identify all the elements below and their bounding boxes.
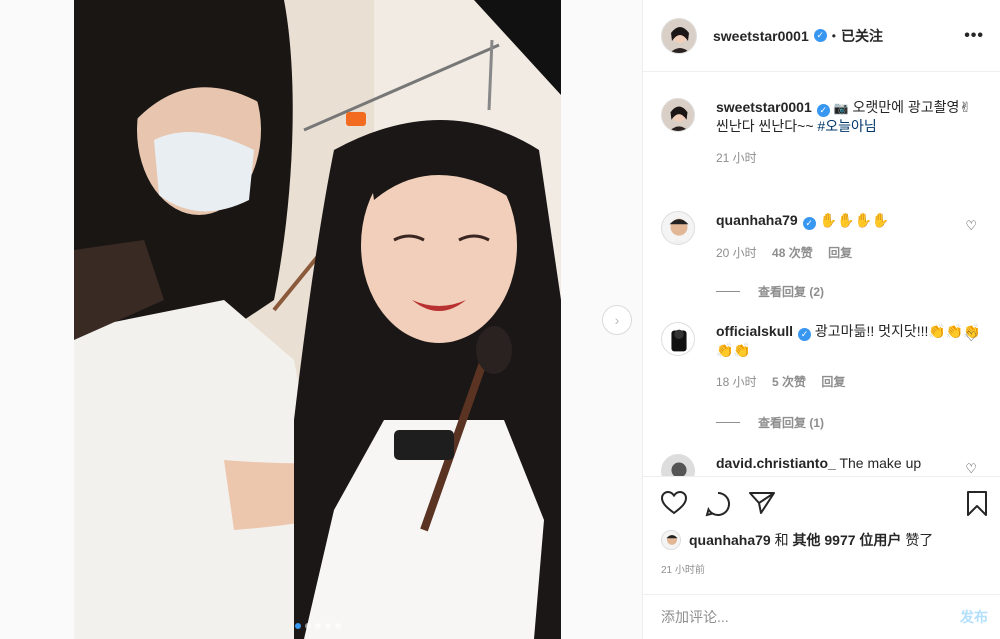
commenter-avatar[interactable] xyxy=(661,211,695,245)
commenter-avatar[interactable] xyxy=(661,454,695,476)
carousel-dots xyxy=(74,623,561,629)
chevron-right-icon: › xyxy=(614,312,620,328)
more-options-icon[interactable]: ••• xyxy=(964,27,984,45)
comment-username[interactable]: quanhaha79 xyxy=(716,212,798,228)
carousel-dot xyxy=(324,623,331,629)
likes-others-count[interactable]: 其他 9977 位用户 xyxy=(792,530,901,550)
carousel-dot xyxy=(314,623,321,629)
post-timestamp[interactable]: 21 小时前 xyxy=(661,561,705,576)
post-header: sweetstar0001 ✓ • 已关注 ••• xyxy=(643,0,1000,72)
comment-bubble-icon[interactable] xyxy=(705,491,731,517)
reply-button[interactable]: 回复 xyxy=(828,246,852,260)
view-replies[interactable]: 查看回复 (1) xyxy=(716,414,824,431)
comment-likes[interactable]: 48 次赞 xyxy=(772,246,813,260)
comment-time: 20 小时 xyxy=(716,246,757,260)
likes-suffix: 赞了 xyxy=(905,532,934,548)
comment-like-heart-icon[interactable]: ♡ xyxy=(965,329,977,345)
verified-badge-icon: ✓ xyxy=(816,104,830,117)
separator-dot: • xyxy=(831,28,836,43)
comment-username[interactable]: officialskull xyxy=(716,323,793,339)
verified-badge-icon: ✓ xyxy=(798,328,812,341)
likes-and: 和 xyxy=(774,532,789,548)
caption-text-line2: 씬난다 씬난다~~ xyxy=(716,118,814,134)
verified-badge-icon: ✓ xyxy=(813,29,827,42)
comment-like-heart-icon[interactable]: ♡ xyxy=(965,461,977,476)
comment-text: The make up xyxy=(839,455,922,471)
author-avatar[interactable] xyxy=(661,98,695,132)
view-replies-label[interactable]: 查看回复 (1) xyxy=(758,414,824,431)
comments-section[interactable]: sweetstar0001 ✓ 📷 오랫만에 광고촬영✌ 씬난다 씬난다~~ #오… xyxy=(643,72,1000,476)
comment-like-heart-icon[interactable]: ♡ xyxy=(965,218,977,234)
next-image-button[interactable]: › xyxy=(602,305,632,335)
caption: sweetstar0001 ✓ 📷 오랫만에 광고촬영✌ 씬난다 씬난다~~ #오… xyxy=(661,98,983,167)
caption-text-line1: 오랫만에 광고촬영 xyxy=(852,99,960,115)
follow-status-button[interactable]: 已关注 xyxy=(841,26,883,46)
caption-hashtag[interactable]: #오늘아님 xyxy=(817,118,876,134)
photo-illustration xyxy=(74,0,561,639)
comment-meta: 18 小时 5 次赞 回复 xyxy=(716,373,983,391)
view-replies-label[interactable]: 查看回复 (2) xyxy=(758,283,824,300)
comment-item: david.christianto_ The make up ♡ xyxy=(661,454,983,476)
divider xyxy=(716,291,740,292)
liker-avatar[interactable] xyxy=(661,530,681,550)
comment-username[interactable]: david.christianto_ xyxy=(716,455,836,471)
carousel-dot xyxy=(334,623,341,629)
verified-badge-icon: ✓ xyxy=(802,217,816,230)
comment-item: quanhaha79 ✓ ✋✋✋✋ 20 小时 48 次赞 回复 ♡ 查看回复 (… xyxy=(661,211,983,299)
bookmark-save-icon[interactable] xyxy=(966,491,988,517)
action-bar xyxy=(643,476,1000,530)
carousel-dot xyxy=(294,623,301,629)
caption-meta: 21 小时 xyxy=(716,149,983,167)
camera-icon: 📷 xyxy=(833,101,849,115)
comment-item: officialskull ✓ 광고마듦!! 멋지닷!!!👏👏👏👏👏 18 小时 … xyxy=(661,322,983,430)
post-comment-button[interactable]: 发布 xyxy=(960,607,988,627)
caption-username[interactable]: sweetstar0001 xyxy=(716,99,812,115)
post-panel: sweetstar0001 ✓ • 已关注 ••• sweetstar0001 ✓… xyxy=(642,0,1000,639)
commenter-avatar[interactable] xyxy=(661,322,695,356)
likes-summary[interactable]: quanhaha79 和 其他 9977 位用户 赞了 xyxy=(661,530,933,550)
author-username[interactable]: sweetstar0001 xyxy=(713,28,809,44)
media-area: › xyxy=(0,0,642,639)
comment-input[interactable] xyxy=(661,609,960,625)
divider xyxy=(716,422,740,423)
add-comment-bar: 发布 xyxy=(643,594,1000,639)
comment-likes[interactable]: 5 次赞 xyxy=(772,375,806,389)
view-replies[interactable]: 查看回复 (2) xyxy=(716,283,824,300)
comment-meta: 20 小时 48 次赞 回复 xyxy=(716,244,983,262)
author-avatar[interactable] xyxy=(661,17,697,54)
share-send-icon[interactable] xyxy=(749,491,775,515)
reply-button[interactable]: 回复 xyxy=(821,375,845,389)
carousel-dot xyxy=(304,623,311,629)
caption-time: 21 小时 xyxy=(716,151,757,165)
comment-time: 18 小时 xyxy=(716,375,757,389)
like-heart-icon[interactable] xyxy=(661,491,687,515)
liker-username[interactable]: quanhaha79 xyxy=(689,532,771,548)
post-photo[interactable] xyxy=(74,0,561,639)
comment-text: ✋✋✋✋ xyxy=(819,212,890,228)
